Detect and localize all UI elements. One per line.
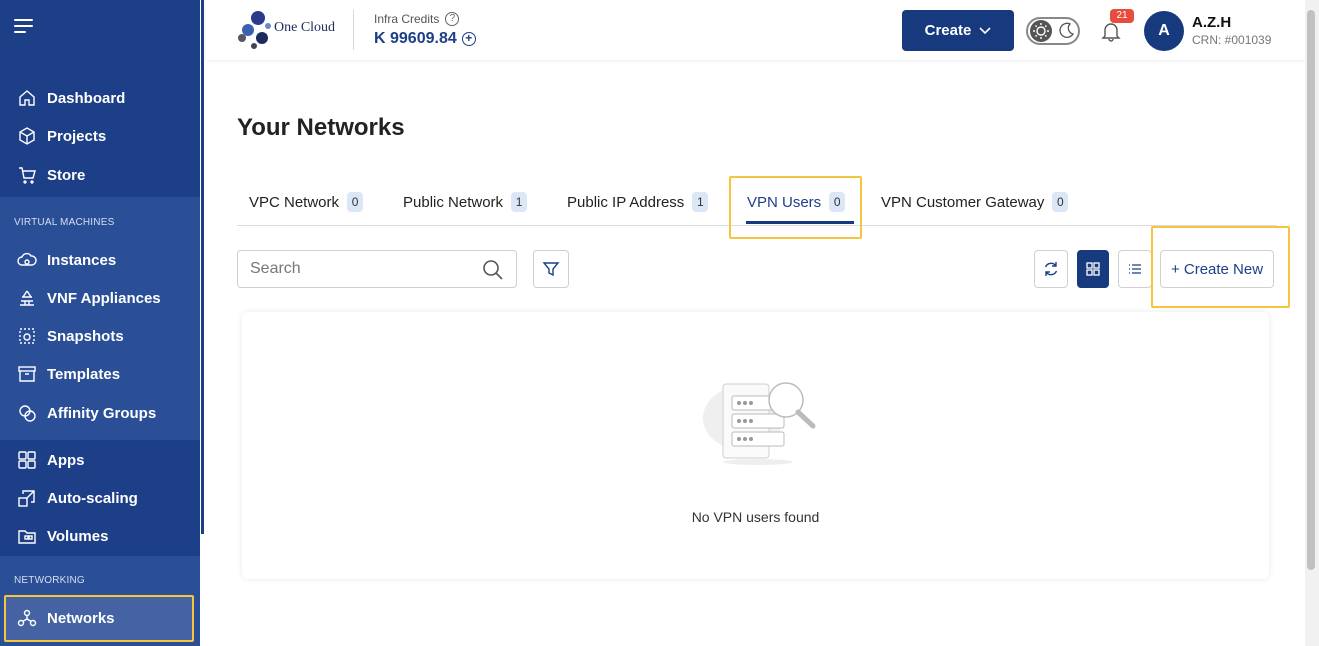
list-view-button[interactable] [1118,250,1152,288]
avatar[interactable]: A [1144,11,1184,51]
volumes-icon [16,525,38,547]
firewall-icon [16,287,38,309]
page-title: Your Networks [237,114,405,141]
tab-public-ip-address[interactable]: Public IP Address 1 [567,178,709,226]
notification-badge: 21 [1110,9,1134,23]
create-button-label: Create [924,22,972,39]
tab-count-badge: 0 [1052,192,1069,212]
theme-toggle[interactable] [1026,17,1080,45]
sidebar-item-label: Affinity Groups [47,404,157,422]
brand-logo[interactable]: One Cloud [236,8,346,52]
tab-count-badge: 1 [511,192,528,212]
sidebar-item-networks[interactable]: Networks [0,599,200,637]
sidebar-item-label: Dashboard [47,89,126,107]
archive-icon [16,363,38,385]
tab-vpn-users[interactable]: VPN Users 0 [747,178,846,226]
moon-icon [1059,22,1075,38]
sidebar-item-snapshots[interactable]: Snapshots [0,317,200,355]
sidebar-item-label: Volumes [47,527,109,545]
menu-icon[interactable] [14,19,34,35]
filter-icon [542,262,560,277]
autoscale-icon [16,487,38,509]
tab-vpn-customer-gateway[interactable]: VPN Customer Gateway 0 [881,178,1069,226]
credits-amount: K 99609.84 [374,30,457,47]
infra-credits-text: Infra Credits [374,12,440,26]
sidebar-item-store[interactable]: Store [0,156,200,194]
tab-count-badge: 1 [692,192,709,212]
page-scrollbar-thumb[interactable] [1307,10,1315,570]
tab-label: VPN Customer Gateway [881,193,1045,211]
sidebar-item-label: Apps [47,451,85,469]
sidebar-item-label: Auto-scaling [47,489,138,507]
help-icon[interactable]: ? [445,12,460,26]
brand-name: One Cloud [274,20,336,35]
tab-count-badge: 0 [829,192,846,212]
sidebar-item-apps[interactable]: Apps [0,441,200,479]
sidebar-item-templates[interactable]: Templates [0,355,200,393]
section-label: VIRTUAL MACHINES [14,217,115,228]
sidebar-item-auto-scaling[interactable]: Auto-scaling [0,479,200,517]
sidebar-item-instances[interactable]: Instances [0,241,200,279]
network-icon [16,607,38,629]
search-icon[interactable] [482,259,504,281]
infra-credits-value: K 99609.84 + [374,30,476,48]
refresh-button[interactable] [1034,250,1068,288]
sidebar-item-label: Templates [47,365,121,383]
sidebar-item-vnf-appliances[interactable]: VNF Appliances [0,279,200,317]
empty-message: No VPN users found [691,509,820,525]
create-new-button[interactable]: + Create New [1160,250,1274,288]
refresh-icon [1044,262,1058,276]
empty-state-card: No VPN users found [242,312,1269,579]
apps-icon [16,449,38,471]
sidebar-item-affinity-groups[interactable]: Affinity Groups [0,394,200,432]
tab-count-badge: 0 [347,192,364,212]
sidebar-item-dashboard[interactable]: Dashboard [0,79,200,117]
user-name[interactable]: A.Z.H [1192,14,1231,31]
grid-icon [1086,262,1100,276]
cloud-icon [16,249,38,271]
tab-label: Public Network [403,193,504,211]
sidebar-item-label: Snapshots [47,327,124,345]
network-tabs: VPC Network 0 Public Network 1 Public IP… [237,178,1277,226]
sun-icon [1030,20,1052,42]
empty-server-illustration-icon [703,382,816,465]
sidebar-item-label: VNF Appliances [47,289,161,307]
tab-label: VPN Users [747,193,822,211]
section-label: NETWORKING [14,575,85,586]
cube-icon [16,125,38,147]
sidebar-item-label: Instances [47,251,117,269]
tab-label: Public IP Address [567,193,685,211]
snapshot-icon [16,325,38,347]
sidebar-item-label: Networks [47,609,115,627]
search-box [237,250,517,288]
infra-credits-label: Infra Credits ? [374,12,460,26]
add-credits-icon[interactable]: + [461,32,476,46]
tab-label: VPC Network [249,193,340,211]
sidebar-item-volumes[interactable]: Volumes [0,517,200,555]
bell-icon[interactable] [1100,20,1122,42]
grid-view-button[interactable] [1077,250,1109,288]
logo-icon [238,11,271,49]
header-divider [353,10,354,50]
affinity-icon [16,402,38,424]
create-button[interactable]: Create [902,10,1014,51]
list-icon [1129,264,1141,274]
tab-public-network[interactable]: Public Network 1 [403,178,528,226]
tab-vpc-network[interactable]: VPC Network 0 [249,178,364,226]
sidebar-scrollbar[interactable] [200,0,205,646]
cart-icon [16,164,38,186]
search-input[interactable] [250,260,470,278]
user-crn: CRN: #001039 [1192,33,1272,47]
filter-button[interactable] [533,250,569,288]
chevron-down-icon [979,26,991,34]
top-header: One Cloud Infra Credits ? K 99609.84 + C… [206,0,1306,60]
sidebar-item-label: Store [47,166,86,184]
home-icon [16,87,38,109]
sidebar-item-projects[interactable]: Projects [0,117,200,155]
active-tab-underline [746,221,854,224]
sidebar-item-label: Projects [47,127,107,145]
sidebar: Dashboard Projects Store VIRTUAL MACHINE… [0,0,200,646]
